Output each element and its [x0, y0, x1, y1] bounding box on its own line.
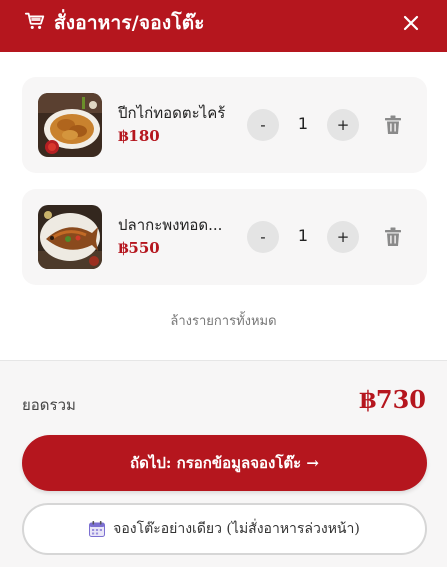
- next-reservation-details-button[interactable]: ถัดไป: กรอกข้อมูลจองโต๊ะ →: [22, 435, 427, 491]
- decrease-quantity-button[interactable]: -: [247, 221, 279, 253]
- item-name: ปีกไก่ทอดตะไคร้: [118, 104, 226, 122]
- item-thumbnail: [38, 93, 102, 157]
- item-quantity: 1: [297, 114, 309, 133]
- trash-icon[interactable]: [384, 227, 402, 247]
- clear-all-link[interactable]: ล้างรายการทั้งหมด: [0, 310, 447, 331]
- item-thumbnail: [38, 205, 102, 269]
- shopping-cart-icon: [24, 12, 45, 29]
- decrease-quantity-button[interactable]: -: [247, 109, 279, 141]
- calendar-icon: [89, 521, 106, 537]
- cart-footer: ยอดรวม ฿730 ถัดไป: กรอกข้อมูลจองโต๊ะ → จ…: [0, 360, 447, 567]
- panel-title: สั่งอาหาร/จองโต๊ะ: [54, 12, 205, 34]
- item-quantity: 1: [297, 226, 309, 245]
- cart-items-list: ปีกไก่ทอดตะไคร้ ฿180 - 1 + ปลากะพงทอด...…: [0, 52, 447, 360]
- item-price: ฿180: [118, 127, 160, 145]
- panel-header: สั่งอาหาร/จองโต๊ะ: [0, 0, 447, 52]
- total-label: ยอดรวม: [22, 396, 76, 414]
- increase-quantity-button[interactable]: +: [327, 221, 359, 253]
- item-price: ฿550: [118, 239, 160, 257]
- reserve-only-label: จองโต๊ะอย่างเดียว (ไม่สั่งอาหารล่วงหน้า): [113, 521, 360, 537]
- order-reservation-panel: สั่งอาหาร/จองโต๊ะ ปีกไก่ทอดตะไคร้ ฿180 -…: [0, 0, 447, 567]
- cart-item: ปลากะพงทอด... ฿550 - 1 +: [22, 189, 427, 285]
- close-button[interactable]: [396, 8, 426, 38]
- increase-quantity-button[interactable]: +: [327, 109, 359, 141]
- reserve-table-only-button[interactable]: จองโต๊ะอย่างเดียว (ไม่สั่งอาหารล่วงหน้า): [22, 503, 427, 555]
- next-button-label: ถัดไป: กรอกข้อมูลจองโต๊ะ →: [130, 454, 319, 472]
- item-name: ปลากะพงทอด...: [118, 216, 223, 234]
- cart-item: ปีกไก่ทอดตะไคร้ ฿180 - 1 +: [22, 77, 427, 173]
- trash-icon[interactable]: [384, 115, 402, 135]
- total-value: ฿730: [359, 385, 426, 414]
- close-icon: [403, 15, 419, 31]
